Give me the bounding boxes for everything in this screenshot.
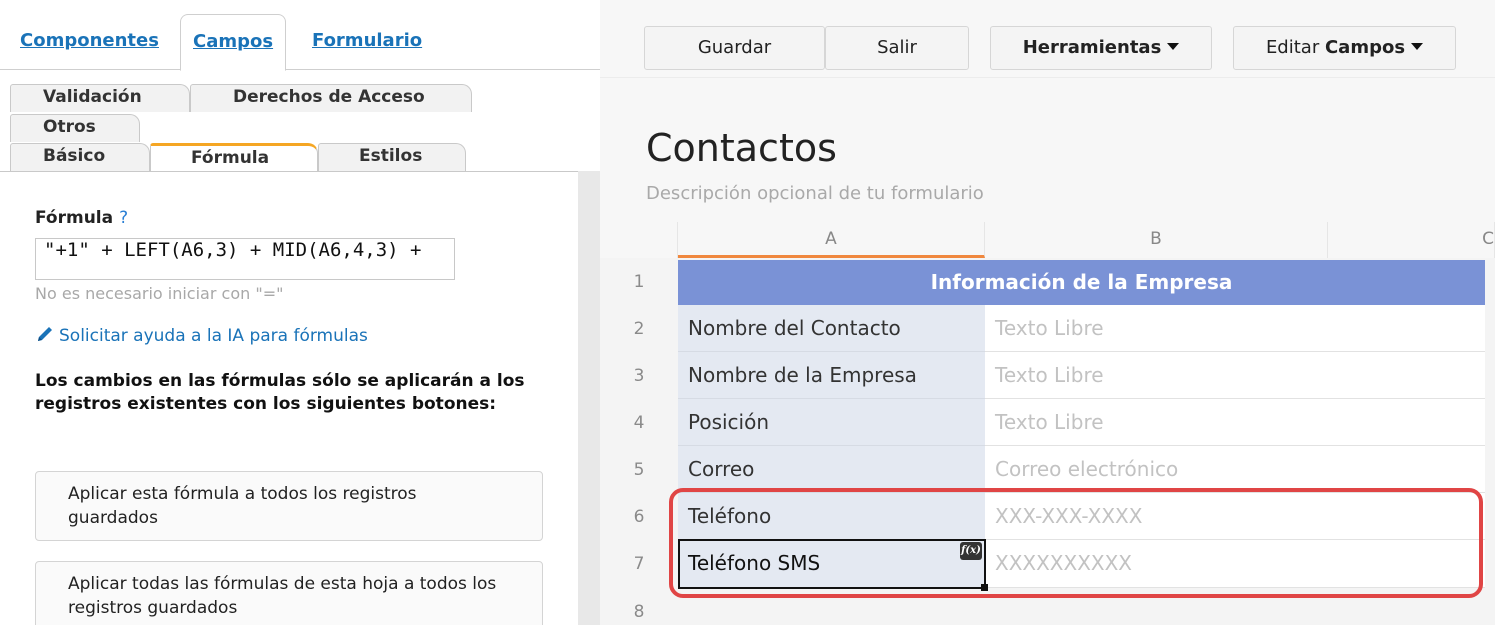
field-label-cell[interactable]: Nombre del Contacto (678, 305, 985, 352)
formula-label: Fórmula? (35, 208, 128, 228)
tab-formulario[interactable]: Formulario (300, 14, 434, 70)
section-header-cell[interactable]: Información de la Empresa (678, 260, 1485, 305)
tab-componentes[interactable]: Componentes (8, 14, 171, 70)
properties-panel: Componentes Campos Formulario Validación… (0, 0, 600, 625)
formula-input[interactable]: "+1" + LEFT(A6,3) + MID(A6,4,3) + (35, 238, 455, 280)
edit-mode-prefix: Editar (1265, 37, 1320, 58)
subtab-validacion[interactable]: Validación (10, 84, 190, 112)
row-number[interactable]: 1 (600, 272, 678, 292)
exit-button[interactable]: Salir (825, 26, 969, 70)
row-number[interactable]: 3 (600, 366, 678, 386)
pencil-icon (38, 327, 52, 341)
formula-hint: No es necesario iniciar con "=" (35, 284, 284, 303)
subtab-divider (0, 171, 578, 172)
subtab-otros[interactable]: Otros (10, 114, 140, 142)
row-number[interactable]: 8 (600, 602, 678, 622)
tools-menu-button[interactable]: Herramientas (990, 26, 1212, 70)
top-tab-bar: Componentes Campos Formulario (0, 0, 600, 71)
column-header-c[interactable]: C (1328, 222, 1495, 258)
spreadsheet-grid[interactable]: A B C 1 Información de la Empresa 2 Nomb… (600, 222, 1495, 625)
caret-down-icon (1411, 43, 1424, 50)
save-button[interactable]: Guardar (644, 26, 825, 70)
field-input-cell[interactable]: Texto Libre (985, 352, 1485, 399)
subtab-formula[interactable]: Fórmula (150, 143, 318, 171)
field-label-cell[interactable]: Posición (678, 399, 985, 446)
ai-help-link[interactable]: Solicitar ayuda a la IA para fórmulas (35, 324, 368, 346)
tab-campos[interactable]: Campos (180, 14, 287, 71)
row-number[interactable]: 7 (600, 554, 678, 574)
tools-menu-label: Herramientas (1022, 37, 1162, 58)
caret-down-icon (1167, 43, 1180, 50)
subtab-estilos[interactable]: Estilos (318, 143, 466, 171)
formula-notice: Los cambios en las fórmulas sólo se apli… (35, 371, 525, 414)
apply-all-formulas-button[interactable]: Aplicar todas las fórmulas de esta hoja … (35, 561, 543, 625)
subtab-derechos-acceso[interactable]: Derechos de Acceso (190, 84, 472, 112)
column-header-b[interactable]: B (985, 222, 1328, 258)
edit-mode-button[interactable]: Editar Campos (1233, 26, 1456, 70)
field-input-cell[interactable]: Texto Libre (985, 305, 1485, 352)
edit-mode-label: Campos (1324, 37, 1406, 58)
row-number[interactable]: 6 (600, 507, 678, 527)
field-label-cell[interactable]: Nombre de la Empresa (678, 352, 985, 399)
field-label-cell[interactable]: Correo (678, 446, 985, 493)
sheet-title[interactable]: Contactos (646, 126, 837, 170)
help-icon[interactable]: ? (119, 208, 128, 228)
column-header-a[interactable]: A (678, 222, 985, 258)
row-number[interactable]: 2 (600, 319, 678, 339)
row-number[interactable]: 4 (600, 413, 678, 433)
sheet-editor: Guardar Salir Herramientas Editar Campos… (600, 0, 1495, 625)
apply-formula-button[interactable]: Aplicar esta fórmula a todos los registr… (35, 471, 543, 541)
highlight-annotation (669, 488, 1483, 598)
field-input-cell[interactable]: Correo electrónico (985, 446, 1485, 493)
formula-label-text: Fórmula (35, 208, 114, 228)
sheet-description[interactable]: Descripción opcional de tu formulario (646, 183, 984, 204)
row-number[interactable]: 5 (600, 460, 678, 480)
panel-scrollbar[interactable] (578, 171, 600, 625)
corner-header (600, 222, 678, 258)
subtab-basico[interactable]: Básico (10, 143, 150, 171)
toolbar: Guardar Salir Herramientas Editar Campos (600, 0, 1495, 78)
ai-help-link-label: Solicitar ayuda a la IA para fórmulas (59, 326, 368, 346)
field-input-cell[interactable]: Texto Libre (985, 399, 1485, 446)
